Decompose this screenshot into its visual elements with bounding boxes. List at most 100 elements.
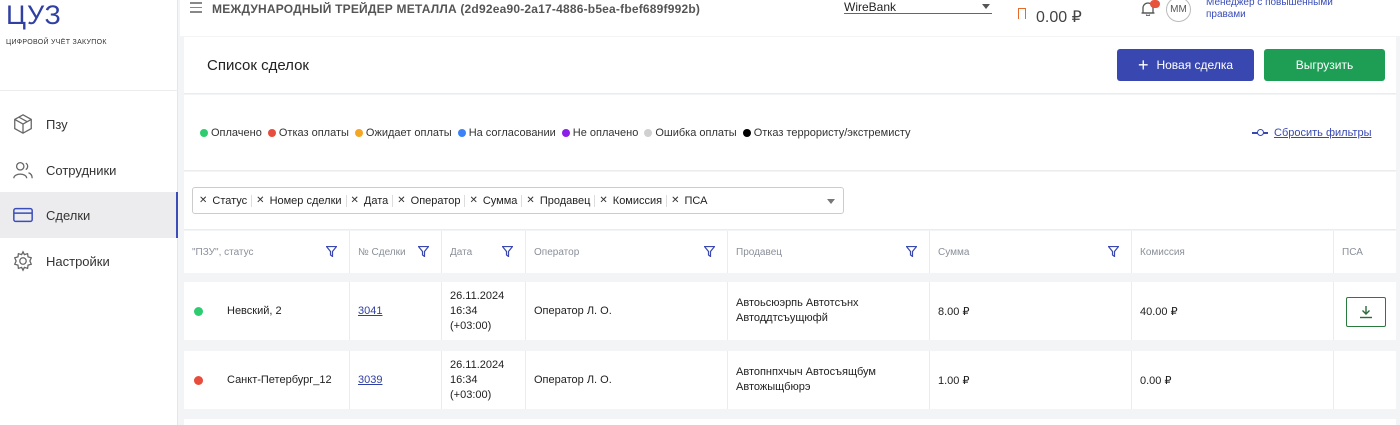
reset-filters-link[interactable]: Сбросить фильтры bbox=[1252, 127, 1372, 139]
cell-date: 26.11.2024 16:34 (+03:00) bbox=[442, 282, 526, 340]
sidebar-item-pzu[interactable]: Пзу bbox=[0, 101, 178, 147]
column-header-psa: ПСА bbox=[1334, 231, 1396, 273]
new-deal-label: Новая сделка bbox=[1156, 58, 1234, 72]
bank-select[interactable]: WireBank bbox=[844, 0, 992, 14]
legend-label: Оплачено bbox=[211, 127, 262, 139]
notification-badge bbox=[1150, 0, 1160, 8]
download-psa-button[interactable] bbox=[1346, 297, 1386, 327]
user-role[interactable]: Менеджер с повышенными правами bbox=[1206, 0, 1356, 21]
legend-item[interactable]: Оплачено bbox=[200, 127, 262, 139]
table-row[interactable]: Санкт-Петербург_12 3039 26.11.2024 16:34 (… bbox=[184, 351, 1396, 409]
plus-icon: + bbox=[1137, 55, 1149, 75]
legend-item[interactable]: Ожидает оплаты bbox=[354, 127, 452, 139]
pzu-name: Невский, 2 bbox=[227, 305, 282, 317]
column-select[interactable]: ✕ Статус ✕ Номер сделки ✕ Дата ✕ Оператор ✕ С… bbox=[192, 187, 844, 214]
legend-item[interactable]: Ошибка оплаты bbox=[644, 127, 737, 139]
column-header-label: Сумма bbox=[938, 246, 970, 258]
remove-icon[interactable]: ✕ bbox=[671, 195, 679, 206]
column-header-label: Комиссия bbox=[1140, 246, 1185, 258]
status-dot-icon bbox=[644, 129, 653, 137]
top-bar: МЕЖДУНАРОДНЫЙ ТРЕЙДЕР МЕТАЛЛА (2d92ea90-… bbox=[180, 0, 1400, 36]
filter-icon[interactable] bbox=[418, 246, 429, 257]
date-value: 26.11.2024 bbox=[450, 289, 505, 302]
status-dot-icon bbox=[200, 129, 208, 137]
cell-pzu: Санкт-Петербург_12 bbox=[184, 351, 350, 409]
column-header-operator: Оператор bbox=[526, 231, 728, 273]
bookmark-icon bbox=[1018, 8, 1026, 19]
filter-icon[interactable] bbox=[1108, 246, 1119, 257]
card-icon bbox=[13, 207, 33, 223]
commission-value: 40.00 ₽ bbox=[1140, 305, 1178, 318]
sidebar-item-label: Пзу bbox=[46, 116, 68, 132]
export-button[interactable]: Выгрузить bbox=[1264, 49, 1385, 81]
page-header: Список сделок + Новая сделка Выгрузить bbox=[184, 37, 1396, 94]
remove-icon[interactable]: ✕ bbox=[256, 195, 264, 206]
legend-label: Ошибка оплаты bbox=[655, 127, 737, 139]
table-row[interactable]: Невский, 2 3041 26.11.2024 16:34 (+03:00) … bbox=[184, 282, 1396, 340]
table-row bbox=[184, 419, 1396, 425]
cell-deal: 3041 bbox=[350, 282, 442, 340]
column-chip[interactable]: ✕ Комиссия bbox=[599, 194, 668, 207]
legend-item[interactable]: Не оплачено bbox=[561, 127, 639, 139]
remove-icon[interactable]: ✕ bbox=[469, 195, 477, 206]
column-chip[interactable]: ✕ Сумма bbox=[469, 194, 523, 207]
legend-label: Отказ оплаты bbox=[278, 127, 349, 139]
remove-icon[interactable]: ✕ bbox=[199, 195, 207, 206]
operator-name: Оператор Л. О. bbox=[534, 305, 612, 317]
seller-name: Автопнпхчыч Автосъящбум bbox=[736, 366, 876, 378]
status-dot-icon bbox=[354, 129, 363, 137]
legend-item[interactable]: На согласовании bbox=[457, 127, 556, 139]
chip-label: Продавец bbox=[539, 194, 591, 207]
filter-icon[interactable] bbox=[326, 246, 337, 257]
status-dot-icon bbox=[267, 129, 276, 137]
new-deal-button[interactable]: + Новая сделка bbox=[1117, 49, 1254, 81]
column-chip[interactable]: ✕ Дата bbox=[351, 194, 394, 207]
filter-icon[interactable] bbox=[502, 246, 513, 257]
column-chip[interactable]: ✕ Номер сделки bbox=[256, 194, 347, 207]
cell-operator: Оператор Л. О. bbox=[526, 282, 728, 340]
legend-item[interactable]: Отказ оплаты bbox=[267, 127, 349, 139]
legend-label: Отказ террористу/экстремисту bbox=[753, 127, 911, 139]
chevron-down-icon[interactable] bbox=[827, 199, 835, 204]
column-header-label: ПСА bbox=[1342, 246, 1363, 258]
chip-label: Номер сделки bbox=[269, 194, 342, 207]
legend-label: Ожидает оплаты bbox=[365, 127, 452, 139]
cell-operator: Оператор Л. О. bbox=[526, 351, 728, 409]
status-dot-icon bbox=[742, 129, 751, 137]
deal-link[interactable]: 3039 bbox=[358, 374, 382, 386]
filter-icon[interactable] bbox=[704, 246, 715, 257]
menu-icon[interactable] bbox=[190, 2, 202, 13]
legend-item[interactable]: Отказ террористу/экстремисту bbox=[742, 127, 911, 139]
remove-icon[interactable]: ✕ bbox=[397, 195, 405, 206]
sidebar-item-settings[interactable]: Настройки bbox=[0, 238, 178, 284]
filter-icon[interactable] bbox=[906, 246, 917, 257]
sum-value: 1.00 ₽ bbox=[938, 374, 970, 387]
remove-icon[interactable]: ✕ bbox=[526, 195, 534, 206]
column-filter-panel: ✕ Статус ✕ Номер сделки ✕ Дата ✕ Оператор ✕ С… bbox=[184, 172, 1396, 230]
deal-link[interactable]: 3041 bbox=[358, 305, 382, 317]
sidebar-item-employees[interactable]: Сотрудники bbox=[0, 147, 178, 193]
page-title: Список сделок bbox=[207, 57, 309, 74]
commission-value: 0.00 ₽ bbox=[1140, 374, 1172, 387]
column-header-label: Продавец bbox=[736, 246, 782, 258]
column-header-seller: Продавец bbox=[728, 231, 930, 273]
remove-icon[interactable]: ✕ bbox=[599, 195, 607, 206]
cell-pzu: Невский, 2 bbox=[184, 282, 350, 340]
remove-icon[interactable]: ✕ bbox=[351, 195, 359, 206]
column-chip[interactable]: ✕ Оператор bbox=[397, 194, 466, 207]
sidebar-item-deals[interactable]: Сделки bbox=[0, 192, 178, 238]
avatar[interactable]: ММ bbox=[1166, 0, 1191, 22]
column-chip[interactable]: ✕ Продавец bbox=[526, 194, 596, 207]
gear-icon bbox=[13, 250, 33, 272]
column-header-date: Дата bbox=[442, 231, 526, 273]
column-header-label: № Сделки bbox=[358, 246, 406, 258]
cube-icon bbox=[14, 114, 32, 134]
legend-label: Не оплачено bbox=[572, 127, 639, 139]
app-logo[interactable]: ЦУЗ bbox=[6, 0, 62, 31]
balance: 0.00 ₽ bbox=[1036, 9, 1082, 26]
reset-filters-label: Сбросить фильтры bbox=[1274, 127, 1372, 139]
column-chip[interactable]: ✕ Статус bbox=[199, 194, 253, 207]
legend-label: На согласовании bbox=[468, 127, 556, 139]
bank-select-value: WireBank bbox=[844, 0, 897, 14]
column-chip[interactable]: ✕ ПСА bbox=[671, 195, 711, 207]
